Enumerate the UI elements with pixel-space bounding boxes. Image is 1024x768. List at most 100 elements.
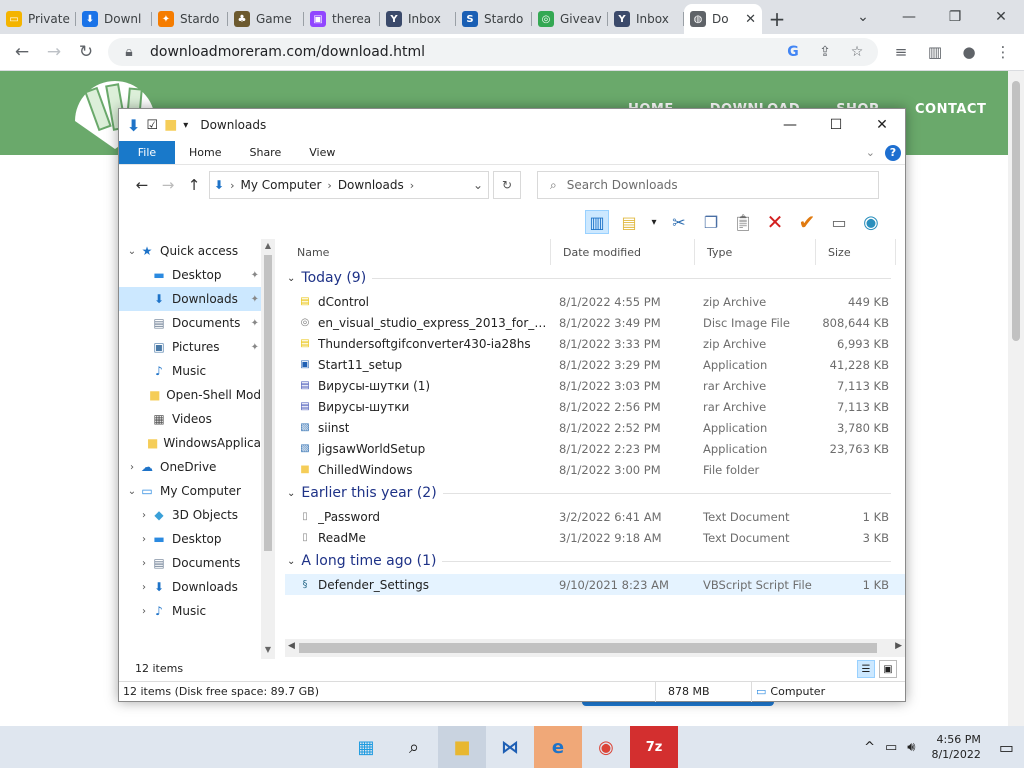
nav-scrollbar[interactable]: ▲ ▼ — [261, 239, 275, 659]
browser-tab-active[interactable]: ◍ Do ✕ — [684, 4, 762, 34]
delete-icon[interactable]: ✕ — [763, 210, 787, 234]
nav-item[interactable]: ■ Open-Shell Mod — [119, 383, 261, 407]
chevron-down-icon[interactable]: ⌄ — [125, 486, 139, 497]
file-row[interactable]: ▤ Thundersoftgifconverter430-ia28hs 8/1/20… — [285, 333, 905, 354]
copy-icon[interactable]: ❐ — [699, 210, 723, 234]
nav-item[interactable]: ▣ Pictures ✦ — [119, 335, 261, 359]
file-row[interactable]: ▧ siinst 8/1/2022 2:52 PM Application 3,780 … — [285, 417, 905, 438]
back-arrow-icon[interactable]: ← — [131, 176, 153, 194]
chevron-down-icon[interactable]: ⌄ — [287, 488, 295, 499]
up-arrow-icon[interactable]: ↑ — [183, 176, 205, 194]
forward-arrow-icon[interactable]: → — [157, 176, 179, 194]
group-header[interactable]: ⌄ Earlier this year (2) — [285, 480, 905, 506]
visual-studio-icon[interactable]: ⋈ — [486, 726, 534, 768]
column-type[interactable]: Type — [695, 239, 816, 265]
browser-tab[interactable]: S Stardo — [456, 4, 532, 34]
paste-icon[interactable]: 📋︎ — [731, 210, 755, 234]
details-view-icon[interactable]: ☰ — [857, 660, 875, 678]
nav-item[interactable]: ▬ Desktop ✦ — [119, 263, 261, 287]
new-tab-button[interactable]: + — [762, 4, 792, 34]
browser-tab[interactable]: ▣ therea — [304, 4, 380, 34]
path-bar[interactable]: ⬇ › My Computer › Downloads › ⌄ — [209, 171, 489, 199]
browser-tab[interactable]: ✦ Stardo — [152, 4, 228, 34]
tab-share[interactable]: Share — [235, 141, 295, 164]
refresh-button[interactable]: ↻ — [493, 171, 521, 199]
horizontal-scrollbar[interactable]: ◀ ▶ — [285, 639, 905, 657]
page-scrollbar[interactable] — [1008, 71, 1024, 726]
new-folder-icon[interactable]: ▤ — [617, 210, 641, 234]
address-bar[interactable]: 🔒︎ downloadmoreram.com/download.html G ⇪… — [108, 38, 878, 66]
nav-item[interactable]: › ♪ Music — [119, 599, 261, 623]
quick-access-dropdown-icon[interactable]: ▾ — [183, 120, 188, 131]
file-row[interactable]: ▣ Start11_setup 8/1/2022 3:29 PM Applicatio… — [285, 354, 905, 375]
nav-item[interactable]: ♪ Music — [119, 359, 261, 383]
chevron-right-icon[interactable]: › — [125, 462, 139, 473]
close-button[interactable]: ✕ — [859, 109, 905, 141]
chevron-down-icon[interactable]: ⌄ — [840, 0, 886, 34]
site-nav-item[interactable]: CONTACT — [915, 102, 986, 117]
nav-item[interactable]: ▦ Videos — [119, 407, 261, 431]
scroll-up-icon[interactable]: ▲ — [261, 241, 275, 250]
chrome-icon[interactable]: ◉ — [582, 726, 630, 768]
seven-zip-icon[interactable]: 7z — [630, 726, 678, 768]
properties-icon[interactable]: ▭ — [827, 210, 851, 234]
chevron-down-icon[interactable]: ⌄ — [287, 556, 295, 567]
breadcrumb-my-computer[interactable]: My Computer — [240, 178, 321, 192]
file-row[interactable]: ▯ _Password 3/2/2022 6:41 AM Text Document 1… — [285, 506, 905, 527]
file-row[interactable]: ▤ Вирусы-шутки (1) 8/1/2022 3:03 PM rar Arc… — [285, 375, 905, 396]
menu-kebab-icon[interactable]: ⋮ — [986, 43, 1020, 61]
preview-pane-icon[interactable]: ▥ — [585, 210, 609, 234]
chevron-right-icon[interactable]: › — [137, 558, 151, 569]
tab-file[interactable]: File — [119, 141, 175, 164]
column-size[interactable]: Size — [816, 239, 896, 265]
tab-view[interactable]: View — [295, 141, 349, 164]
group-header[interactable]: ⌄ A long time ago (1) — [285, 548, 905, 574]
nav-item[interactable]: › ☁ OneDrive — [119, 455, 261, 479]
h-scroll-thumb[interactable] — [299, 643, 877, 653]
profile-avatar-icon[interactable]: ● — [952, 43, 986, 61]
minimize-button[interactable]: — — [886, 0, 932, 34]
chevron-down-icon[interactable]: ⌄ — [125, 246, 139, 257]
file-row[interactable]: § Defender_Settings 9/10/2021 8:23 AM VBScr… — [285, 574, 905, 595]
large-icons-view-icon[interactable]: ▣ — [879, 660, 897, 678]
chevron-right-icon[interactable]: › — [327, 179, 331, 192]
side-panel-icon[interactable]: ▥ — [918, 43, 952, 61]
nav-item[interactable]: ■ WindowsApplica — [119, 431, 261, 455]
nav-item[interactable]: › ◆ 3D Objects — [119, 503, 261, 527]
nav-item[interactable]: ⌄ ★ Quick access — [119, 239, 261, 263]
notification-icon[interactable]: ▭ — [999, 738, 1014, 757]
properties-icon[interactable]: ☑ — [146, 118, 158, 133]
google-icon[interactable]: G — [782, 44, 804, 60]
expand-ribbon-icon[interactable]: ⌄ — [866, 146, 875, 159]
close-tab-icon[interactable]: ✕ — [745, 12, 756, 27]
file-row[interactable]: ▧ JigsawWorldSetup 8/1/2022 2:23 PM Applica… — [285, 438, 905, 459]
lock-icon[interactable]: 🔒︎ — [118, 44, 140, 60]
chevron-down-icon[interactable]: ⌄ — [287, 273, 295, 284]
chevron-up-icon[interactable]: ^ — [864, 740, 875, 755]
folder-icon[interactable]: ■ — [164, 117, 177, 133]
nav-item[interactable]: › ▤ Documents — [119, 551, 261, 575]
minimize-button[interactable]: — — [767, 109, 813, 141]
chevron-right-icon[interactable]: › — [230, 179, 234, 192]
volume-icon[interactable]: 🔊︎ — [907, 740, 915, 755]
internet-explorer-icon[interactable]: e — [534, 726, 582, 768]
start-button[interactable]: ▦ — [342, 726, 390, 768]
browser-tab[interactable]: ◎ Giveav — [532, 4, 608, 34]
help-icon[interactable]: ? — [885, 144, 901, 161]
scroll-left-icon[interactable]: ◀ — [288, 641, 295, 651]
shell-icon[interactable]: ◉ — [859, 210, 883, 234]
nav-scroll-thumb[interactable] — [264, 255, 272, 551]
maximize-button[interactable]: ☐ — [813, 109, 859, 141]
chevron-right-icon[interactable]: › — [137, 606, 151, 617]
chevron-right-icon[interactable]: › — [137, 534, 151, 545]
nav-item[interactable]: ⌄ ▭ My Computer — [119, 479, 261, 503]
file-row[interactable]: ▯ ReadMe 3/1/2022 9:18 AM Text Document 3 KB — [285, 527, 905, 548]
nav-item[interactable]: › ⬇ Downloads — [119, 575, 261, 599]
tab-home[interactable]: Home — [175, 141, 235, 164]
network-icon[interactable]: ▭ — [885, 740, 897, 755]
group-header[interactable]: ⌄ Today (9) — [285, 265, 905, 291]
chevron-right-icon[interactable]: › — [410, 179, 414, 192]
scroll-down-icon[interactable]: ▼ — [261, 645, 275, 654]
file-row[interactable]: ▤ Вирусы-шутки 8/1/2022 2:56 PM rar Archive… — [285, 396, 905, 417]
back-button[interactable]: ← — [6, 36, 38, 68]
